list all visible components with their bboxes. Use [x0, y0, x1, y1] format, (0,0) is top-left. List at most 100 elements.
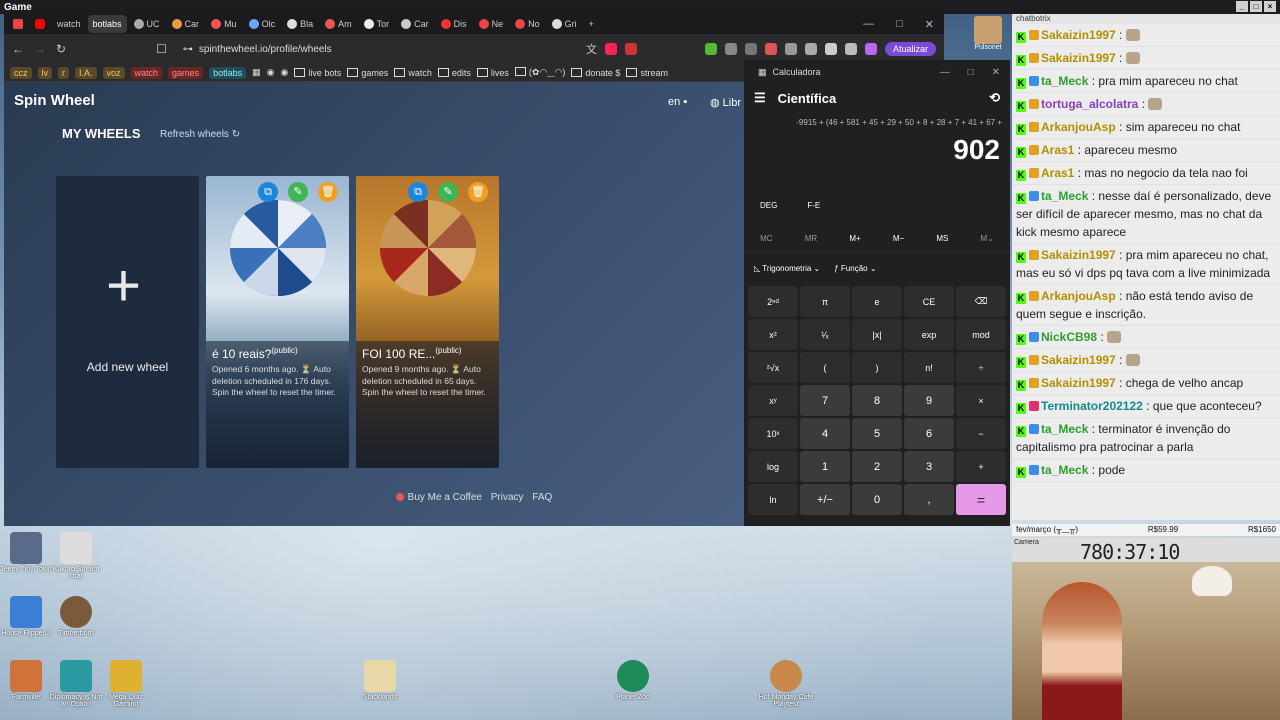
bookmark-folder[interactable]: watch — [394, 68, 432, 78]
chat-username[interactable]: ArkanjouAsp — [1041, 120, 1116, 134]
chat-username[interactable]: Sakaizin1997 — [1041, 353, 1116, 367]
calc-key[interactable]: 5 — [852, 418, 902, 449]
memory-subtract-button[interactable]: M− — [893, 234, 904, 243]
refresh-wheels-button[interactable]: Refresh wheels ↻ — [160, 129, 240, 140]
bookmark-item[interactable]: lv — [37, 66, 52, 79]
bookmark-folder[interactable]: live bots — [294, 68, 341, 78]
calc-key[interactable]: exp — [904, 319, 954, 350]
bookmark-item[interactable]: watch — [130, 66, 163, 79]
buy-me-a-coffee-link[interactable]: Buy Me a Coffee — [396, 492, 482, 503]
calc-key[interactable]: × — [956, 385, 1006, 416]
calc-key[interactable]: 4 — [800, 418, 850, 449]
calc-key[interactable]: log — [748, 451, 798, 482]
wallet-icon[interactable] — [844, 43, 857, 55]
desktop-icon[interactable]: Hot Monday Cafe Playtest — [756, 660, 816, 708]
extension-icon[interactable] — [804, 43, 817, 55]
site-info-icon[interactable]: ⊶ — [183, 44, 193, 55]
leo-icon[interactable] — [864, 43, 877, 55]
calc-key[interactable]: 9 — [904, 385, 954, 416]
extension-icon[interactable] — [764, 43, 777, 55]
calc-key[interactable]: n! — [904, 352, 954, 383]
tab-4[interactable]: Mu — [206, 15, 242, 33]
update-button[interactable]: Atualizar — [884, 42, 936, 56]
close-icon[interactable]: ✕ — [992, 67, 1000, 78]
desktop-icon[interactable]: Kukoro Stream chat — [46, 532, 106, 580]
tab-11[interactable]: Ne — [474, 15, 509, 33]
calc-key[interactable]: = — [956, 484, 1006, 515]
calc-key[interactable]: +/− — [800, 484, 850, 515]
bookmark-folder[interactable]: lives — [477, 68, 509, 78]
calc-key[interactable]: π — [800, 286, 850, 317]
calc-key[interactable]: CE — [904, 286, 954, 317]
calc-key[interactable]: ) — [852, 352, 902, 383]
chat-username[interactable]: Sakaizin1997 — [1041, 28, 1116, 42]
bookmark-item[interactable]: voz — [102, 66, 125, 79]
youtube-icon[interactable] — [30, 15, 50, 33]
memory-clear-button[interactable]: MC — [760, 234, 772, 243]
calc-key[interactable]: ( — [800, 352, 850, 383]
tab-8[interactable]: Tor — [359, 15, 395, 33]
reload-icon[interactable]: ↻ — [56, 42, 66, 56]
calc-key[interactable]: ¹⁄ₓ — [800, 319, 850, 350]
format-mode-button[interactable]: F-E — [807, 201, 820, 210]
chat-username[interactable]: ta_Meck — [1041, 74, 1088, 88]
url-field[interactable]: ⊶ spinthewheel.io/profile/wheels — [177, 44, 437, 55]
bookmark-icon[interactable]: ◉ — [267, 67, 275, 78]
calc-key[interactable]: xʸ — [748, 385, 798, 416]
rewards-icon[interactable] — [624, 43, 637, 55]
calc-key[interactable]: 8 — [852, 385, 902, 416]
desktop-icon[interactable]: Stacklands — [350, 660, 410, 701]
sidebar-icon[interactable] — [824, 43, 837, 55]
side-avatar[interactable]: Pulsonet — [972, 16, 1004, 56]
calc-key[interactable]: ln — [748, 484, 798, 515]
calc-key[interactable]: 2 — [852, 451, 902, 482]
calc-key[interactable]: mod — [956, 319, 1006, 350]
trigonometry-menu[interactable]: ◺ Trigonometria ⌄ — [754, 264, 820, 273]
close-icon[interactable]: × — [1264, 1, 1276, 12]
tab-6[interactable]: Bla — [282, 15, 318, 33]
privacy-link[interactable]: Privacy — [491, 492, 524, 503]
calc-key[interactable]: |x| — [852, 319, 902, 350]
language-selector[interactable]: en ▪ — [668, 96, 687, 108]
library-link[interactable]: ◍ Libr — [710, 96, 741, 109]
apps-icon[interactable]: ▦ — [252, 67, 261, 78]
calc-key[interactable]: , — [904, 484, 954, 515]
chat-username[interactable]: ArkanjouAsp — [1041, 289, 1116, 303]
bookmark-folder[interactable]: donate $ — [571, 68, 620, 78]
chat-username[interactable]: Terminator202122 — [1041, 399, 1143, 413]
tab-1[interactable]: botlabs — [87, 15, 127, 33]
bookmark-folder[interactable]: stream — [626, 68, 668, 78]
site-logo[interactable]: Spin Wheel — [14, 92, 95, 109]
memory-list-button[interactable]: M⌄ — [981, 234, 994, 243]
copy-wheel-button[interactable]: ⧉ — [258, 182, 278, 202]
wheel-card[interactable]: ⧉ ✎ 🗑 é 10 reais?(public) Opened 6 month… — [206, 176, 349, 468]
chat-username[interactable]: ta_Meck — [1041, 463, 1088, 477]
edit-wheel-button[interactable]: ✎ — [288, 182, 308, 202]
bookmark-icon[interactable]: ☐ — [156, 42, 167, 56]
new-tab-icon[interactable]: + — [584, 15, 599, 33]
chat-username[interactable]: Aras1 — [1041, 143, 1074, 157]
delete-wheel-button[interactable]: 🗑 — [318, 182, 338, 202]
wheel-card[interactable]: ⧉ ✎ 🗑 FOI 100 RE...(public) Opened 9 mon… — [356, 176, 499, 468]
tab-12[interactable]: No — [510, 15, 545, 33]
faq-link[interactable]: FAQ — [532, 492, 552, 503]
calc-key[interactable]: ²√x — [748, 352, 798, 383]
bookmark-icon[interactable]: ◉ — [280, 67, 288, 78]
back-icon[interactable]: ← — [12, 42, 24, 56]
extension-icon[interactable] — [704, 43, 717, 55]
calc-key[interactable]: + — [956, 451, 1006, 482]
tab-13[interactable]: Gri — [547, 15, 582, 33]
delete-wheel-button[interactable]: 🗑 — [468, 182, 488, 202]
chat-username[interactable]: Sakaizin1997 — [1041, 376, 1116, 390]
calc-key[interactable]: 10ˣ — [748, 418, 798, 449]
function-menu[interactable]: ƒ Função ⌄ — [834, 264, 876, 273]
bookmark-folder[interactable]: (✿◠‿◠) — [515, 67, 565, 78]
copy-wheel-button[interactable]: ⧉ — [408, 182, 428, 202]
calc-key[interactable]: 7 — [800, 385, 850, 416]
translate-icon[interactable]: 文 — [586, 41, 597, 57]
tab-5[interactable]: Olc — [244, 15, 281, 33]
tab-2[interactable]: UC — [129, 15, 165, 33]
minimize-icon[interactable]: — — [863, 18, 874, 31]
calc-key[interactable]: e — [852, 286, 902, 317]
chat-username[interactable]: tortuga_alcolatra — [1041, 97, 1138, 111]
